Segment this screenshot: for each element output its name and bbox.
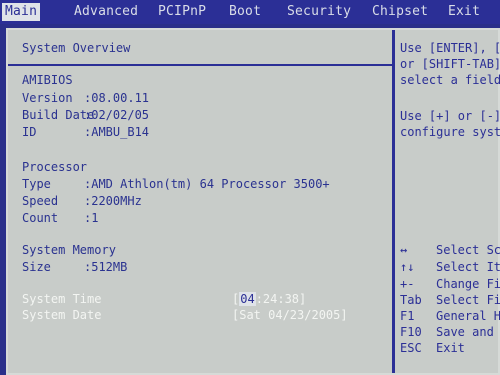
key-desc: Select Ite xyxy=(436,260,500,274)
memory-size-value: :512MB xyxy=(84,260,128,274)
memory-heading: System Memory xyxy=(22,243,116,257)
tab-chipset[interactable]: Chipset xyxy=(372,4,428,19)
f10-key: F10 xyxy=(400,325,422,339)
help-line: select a field. xyxy=(400,73,500,87)
help-line: Use [ENTER], [T xyxy=(400,41,500,55)
key-desc: Exit xyxy=(436,341,465,355)
system-time-hour-cursor[interactable]: 04 xyxy=(239,292,256,306)
help-panel: Use [ENTER], [T or [SHIFT-TAB] select a … xyxy=(400,30,500,373)
bios-id-label: ID xyxy=(22,125,37,139)
key-desc: Select Sc xyxy=(436,243,500,257)
tab-main[interactable]: Main xyxy=(2,3,41,21)
left-right-arrow-icon: ↔ xyxy=(400,243,408,257)
cpu-speed-value: :2200MHz xyxy=(84,194,142,208)
cpu-type-value: :AMD Athlon(tm) 64 Processor 3500+ xyxy=(84,177,330,191)
cpu-type-label: Type xyxy=(22,177,51,191)
cpu-speed-label: Speed xyxy=(22,194,59,208)
bios-id-value: :AMBU_B14 xyxy=(84,125,150,139)
key-desc: General He xyxy=(436,309,500,323)
esc-key: ESC xyxy=(400,341,422,355)
plus-minus-key: +- xyxy=(400,277,415,291)
key-desc: Save and Ex xyxy=(436,325,500,339)
menu-bar: Main Advanced PCIPnP Boot Security Chips… xyxy=(0,0,500,24)
build-date-value: :02/02/05 xyxy=(84,108,150,122)
f1-key: F1 xyxy=(400,309,415,323)
tab-security[interactable]: Security xyxy=(287,4,351,19)
help-line: configure syste xyxy=(400,125,500,139)
help-line: Use [+] or [-] xyxy=(400,109,500,123)
bios-setup-screen: Main Advanced PCIPnP Boot Security Chips… xyxy=(0,0,500,375)
help-line: or [SHIFT-TAB] xyxy=(400,57,500,71)
tab-key: Tab xyxy=(400,293,422,307)
amibios-heading: AMIBIOS xyxy=(22,73,73,87)
up-down-arrow-icon: ↑↓ xyxy=(400,260,415,274)
system-time-field[interactable]: [04:24:38] xyxy=(232,292,306,306)
bios-version-value: :08.00.11 xyxy=(84,91,150,105)
tab-exit[interactable]: Exit xyxy=(448,4,480,19)
bios-version-label: Version xyxy=(22,91,73,105)
main-panel: System Overview AMIBIOS Version :08.00.1… xyxy=(6,28,500,375)
processor-heading: Processor xyxy=(22,160,88,174)
tab-advanced[interactable]: Advanced xyxy=(74,4,138,19)
memory-size-label: Size xyxy=(22,260,51,274)
tab-pcipnp[interactable]: PCIPnP xyxy=(158,4,206,19)
system-date-field[interactable]: [Sat 04/23/2005] xyxy=(232,308,348,322)
key-desc: Select Fie xyxy=(436,293,500,307)
system-time-bracket: [ xyxy=(232,292,240,306)
title-separator xyxy=(8,64,392,66)
page-title: System Overview xyxy=(22,41,131,55)
cpu-count-value: :1 xyxy=(84,211,99,225)
system-time-rest: :24:38] xyxy=(255,292,307,306)
panel-divider xyxy=(392,30,395,373)
system-time-label: System Time xyxy=(22,292,102,306)
tab-boot[interactable]: Boot xyxy=(229,4,261,19)
key-desc: Change Fie xyxy=(436,277,500,291)
system-date-label: System Date xyxy=(22,308,102,322)
cpu-count-label: Count xyxy=(22,211,59,225)
